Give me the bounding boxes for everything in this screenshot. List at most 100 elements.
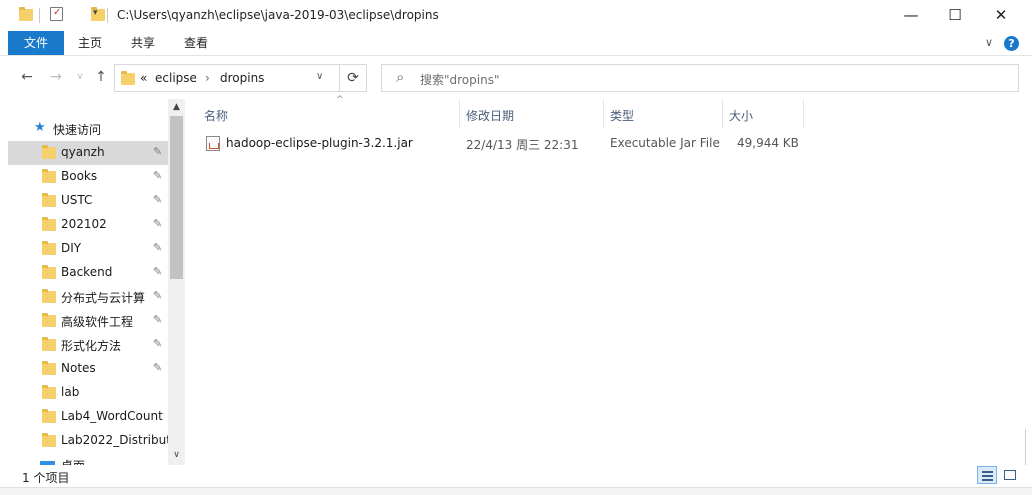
pin-icon: ✎ bbox=[153, 193, 163, 206]
sidebar-item-label: DIY bbox=[61, 241, 82, 255]
status-bar: 1 个项目 bbox=[0, 465, 1032, 487]
column-label: 修改日期 bbox=[466, 109, 515, 123]
sidebar-item-label: 202102 bbox=[61, 217, 107, 231]
pin-icon: ✎ bbox=[153, 145, 163, 158]
column-header-size[interactable]: 大小 bbox=[723, 99, 804, 128]
navigation-bar: ← → ∨ ↑ « eclipse › dropins ∨ ⟳ ⌕ 搜索"dro… bbox=[0, 57, 1032, 99]
address-bar[interactable]: « eclipse › dropins ∨ bbox=[114, 64, 340, 92]
sidebar-item-lab2022[interactable]: Lab2022_Distributi bbox=[8, 429, 168, 453]
address-overflow[interactable]: « bbox=[140, 71, 147, 85]
scroll-down-icon[interactable]: ∨ bbox=[168, 447, 185, 463]
file-list: 名称 ^ 修改日期 类型 大小 hadoop-eclipse-plugin-3.… bbox=[186, 95, 1032, 489]
pin-icon: ✎ bbox=[153, 217, 163, 230]
back-button[interactable]: ← bbox=[18, 67, 36, 87]
pin-icon: ✎ bbox=[153, 169, 163, 182]
column-header-name[interactable]: 名称 ^ bbox=[198, 95, 460, 128]
recent-locations-button[interactable]: ∨ bbox=[71, 67, 89, 87]
search-box[interactable]: ⌕ 搜索"dropins" bbox=[381, 64, 1019, 92]
up-button[interactable]: ↑ bbox=[92, 67, 110, 87]
folder-icon bbox=[19, 7, 33, 21]
sidebar-item-qyanzh[interactable]: qyanzh ✎ bbox=[8, 141, 168, 165]
sidebar-item-desktop[interactable]: 桌面 bbox=[8, 453, 168, 465]
refresh-button[interactable]: ⟳ bbox=[340, 64, 367, 92]
large-icons-view-button[interactable] bbox=[1000, 466, 1020, 484]
sidebar-item-distributed-cloud[interactable]: 分布式与云计算 ✎ bbox=[8, 285, 168, 309]
search-input[interactable]: 搜索"dropins" bbox=[420, 71, 499, 88]
sidebar-item-label: 高级软件工程 bbox=[61, 315, 134, 329]
sidebar-item-202102[interactable]: 202102 ✎ bbox=[8, 213, 168, 237]
sidebar-item-lab[interactable]: lab bbox=[8, 381, 168, 405]
divider bbox=[39, 8, 40, 23]
folder-icon bbox=[42, 169, 56, 183]
file-name: hadoop-eclipse-plugin-3.2.1.jar bbox=[226, 136, 413, 150]
sidebar-item-label: Backend bbox=[61, 265, 113, 279]
pin-icon: ✎ bbox=[153, 337, 163, 350]
sidebar-item-label: qyanzh bbox=[61, 145, 105, 159]
ribbon-tabs: 文件 主页 共享 查看 ∨ ? bbox=[0, 31, 1032, 56]
sidebar-item-formal-methods[interactable]: 形式化方法 ✎ bbox=[8, 333, 168, 357]
folder-icon bbox=[42, 385, 56, 399]
sidebar-item-label: lab bbox=[61, 385, 80, 399]
sidebar-item-notes[interactable]: Notes ✎ bbox=[8, 357, 168, 381]
column-header-modified[interactable]: 修改日期 bbox=[460, 99, 604, 128]
sidebar-item-label: Lab2022_Distributi bbox=[61, 433, 168, 447]
sidebar-item-label: 桌面 bbox=[61, 457, 168, 465]
pin-icon: ✎ bbox=[153, 265, 163, 278]
file-size: 49,944 KB bbox=[737, 136, 799, 150]
file-type: Executable Jar File bbox=[610, 136, 720, 150]
maximize-button[interactable]: ☐ bbox=[932, 0, 978, 31]
folder-icon bbox=[42, 145, 56, 159]
scroll-up-icon[interactable]: ▲ bbox=[168, 99, 185, 115]
sidebar-item-label: 分布式与云计算 bbox=[61, 291, 146, 305]
sidebar-item-label: Lab4_WordCount bbox=[61, 409, 163, 423]
column-label: 名称 bbox=[204, 109, 229, 123]
star-icon: ★ bbox=[34, 120, 46, 135]
help-icon[interactable]: ? bbox=[1004, 36, 1019, 51]
folder-icon bbox=[121, 71, 135, 85]
breadcrumb-eclipse[interactable]: eclipse bbox=[155, 71, 197, 85]
tab-home[interactable]: 主页 bbox=[64, 31, 116, 55]
customize-toolbar-icon[interactable]: ▾ bbox=[93, 8, 98, 18]
address-dropdown-icon[interactable]: ∨ bbox=[316, 71, 323, 82]
sidebar-item-ustc[interactable]: USTC ✎ bbox=[8, 189, 168, 213]
navigation-pane: ★ 快速访问 qyanzh ✎ Books ✎ USTC ✎ 202102 ✎ … bbox=[0, 99, 186, 465]
breadcrumb-dropins[interactable]: dropins bbox=[220, 71, 264, 85]
column-header-type[interactable]: 类型 bbox=[604, 99, 723, 128]
title-bar: ✓ ▾ C:\Users\qyanzh\eclipse\java-2019-03… bbox=[0, 0, 1032, 31]
item-count: 1 个项目 bbox=[22, 471, 70, 485]
folder-icon bbox=[42, 289, 56, 303]
window-title: C:\Users\qyanzh\eclipse\java-2019-03\ecl… bbox=[117, 8, 439, 22]
sidebar-item-books[interactable]: Books ✎ bbox=[8, 165, 168, 189]
expand-ribbon-icon[interactable]: ∨ bbox=[985, 36, 993, 49]
tab-share[interactable]: 共享 bbox=[117, 31, 169, 55]
folder-icon bbox=[42, 241, 56, 255]
folder-icon bbox=[42, 409, 56, 423]
forward-button[interactable]: → bbox=[47, 67, 65, 87]
sidebar-item-lab4-wordcount[interactable]: Lab4_WordCount bbox=[8, 405, 168, 429]
folder-icon bbox=[42, 361, 56, 375]
sidebar-item-diy[interactable]: DIY ✎ bbox=[8, 237, 168, 261]
breadcrumb-separator[interactable]: › bbox=[205, 71, 210, 85]
sidebar-scroll-thumb[interactable] bbox=[170, 116, 183, 279]
tab-view[interactable]: 查看 bbox=[170, 31, 222, 55]
properties-icon[interactable]: ✓ bbox=[50, 7, 63, 21]
column-label: 大小 bbox=[729, 109, 754, 123]
file-row[interactable]: hadoop-eclipse-plugin-3.2.1.jar 22/4/13 … bbox=[204, 132, 804, 154]
sidebar-item-backend[interactable]: Backend ✎ bbox=[8, 261, 168, 285]
folder-icon bbox=[42, 217, 56, 231]
sidebar-item-label: Notes bbox=[61, 361, 96, 375]
sidebar-item-label: 快速访问 bbox=[53, 123, 102, 137]
tab-file[interactable]: 文件 bbox=[8, 31, 64, 55]
close-button[interactable]: ✕ bbox=[978, 0, 1024, 31]
sidebar-item-advanced-software[interactable]: 高级软件工程 ✎ bbox=[8, 309, 168, 333]
details-view-button[interactable] bbox=[977, 466, 997, 484]
minimize-button[interactable]: — bbox=[888, 0, 934, 31]
folder-icon bbox=[42, 313, 56, 327]
divider bbox=[107, 8, 108, 23]
sidebar-item-label: 形式化方法 bbox=[61, 339, 122, 353]
sidebar-item-label: Books bbox=[61, 169, 98, 183]
folder-icon bbox=[42, 265, 56, 279]
sidebar-item-label: USTC bbox=[61, 193, 93, 207]
window-bottom-edge bbox=[0, 487, 1032, 495]
sidebar-quick-access[interactable]: ★ 快速访问 bbox=[8, 117, 168, 141]
